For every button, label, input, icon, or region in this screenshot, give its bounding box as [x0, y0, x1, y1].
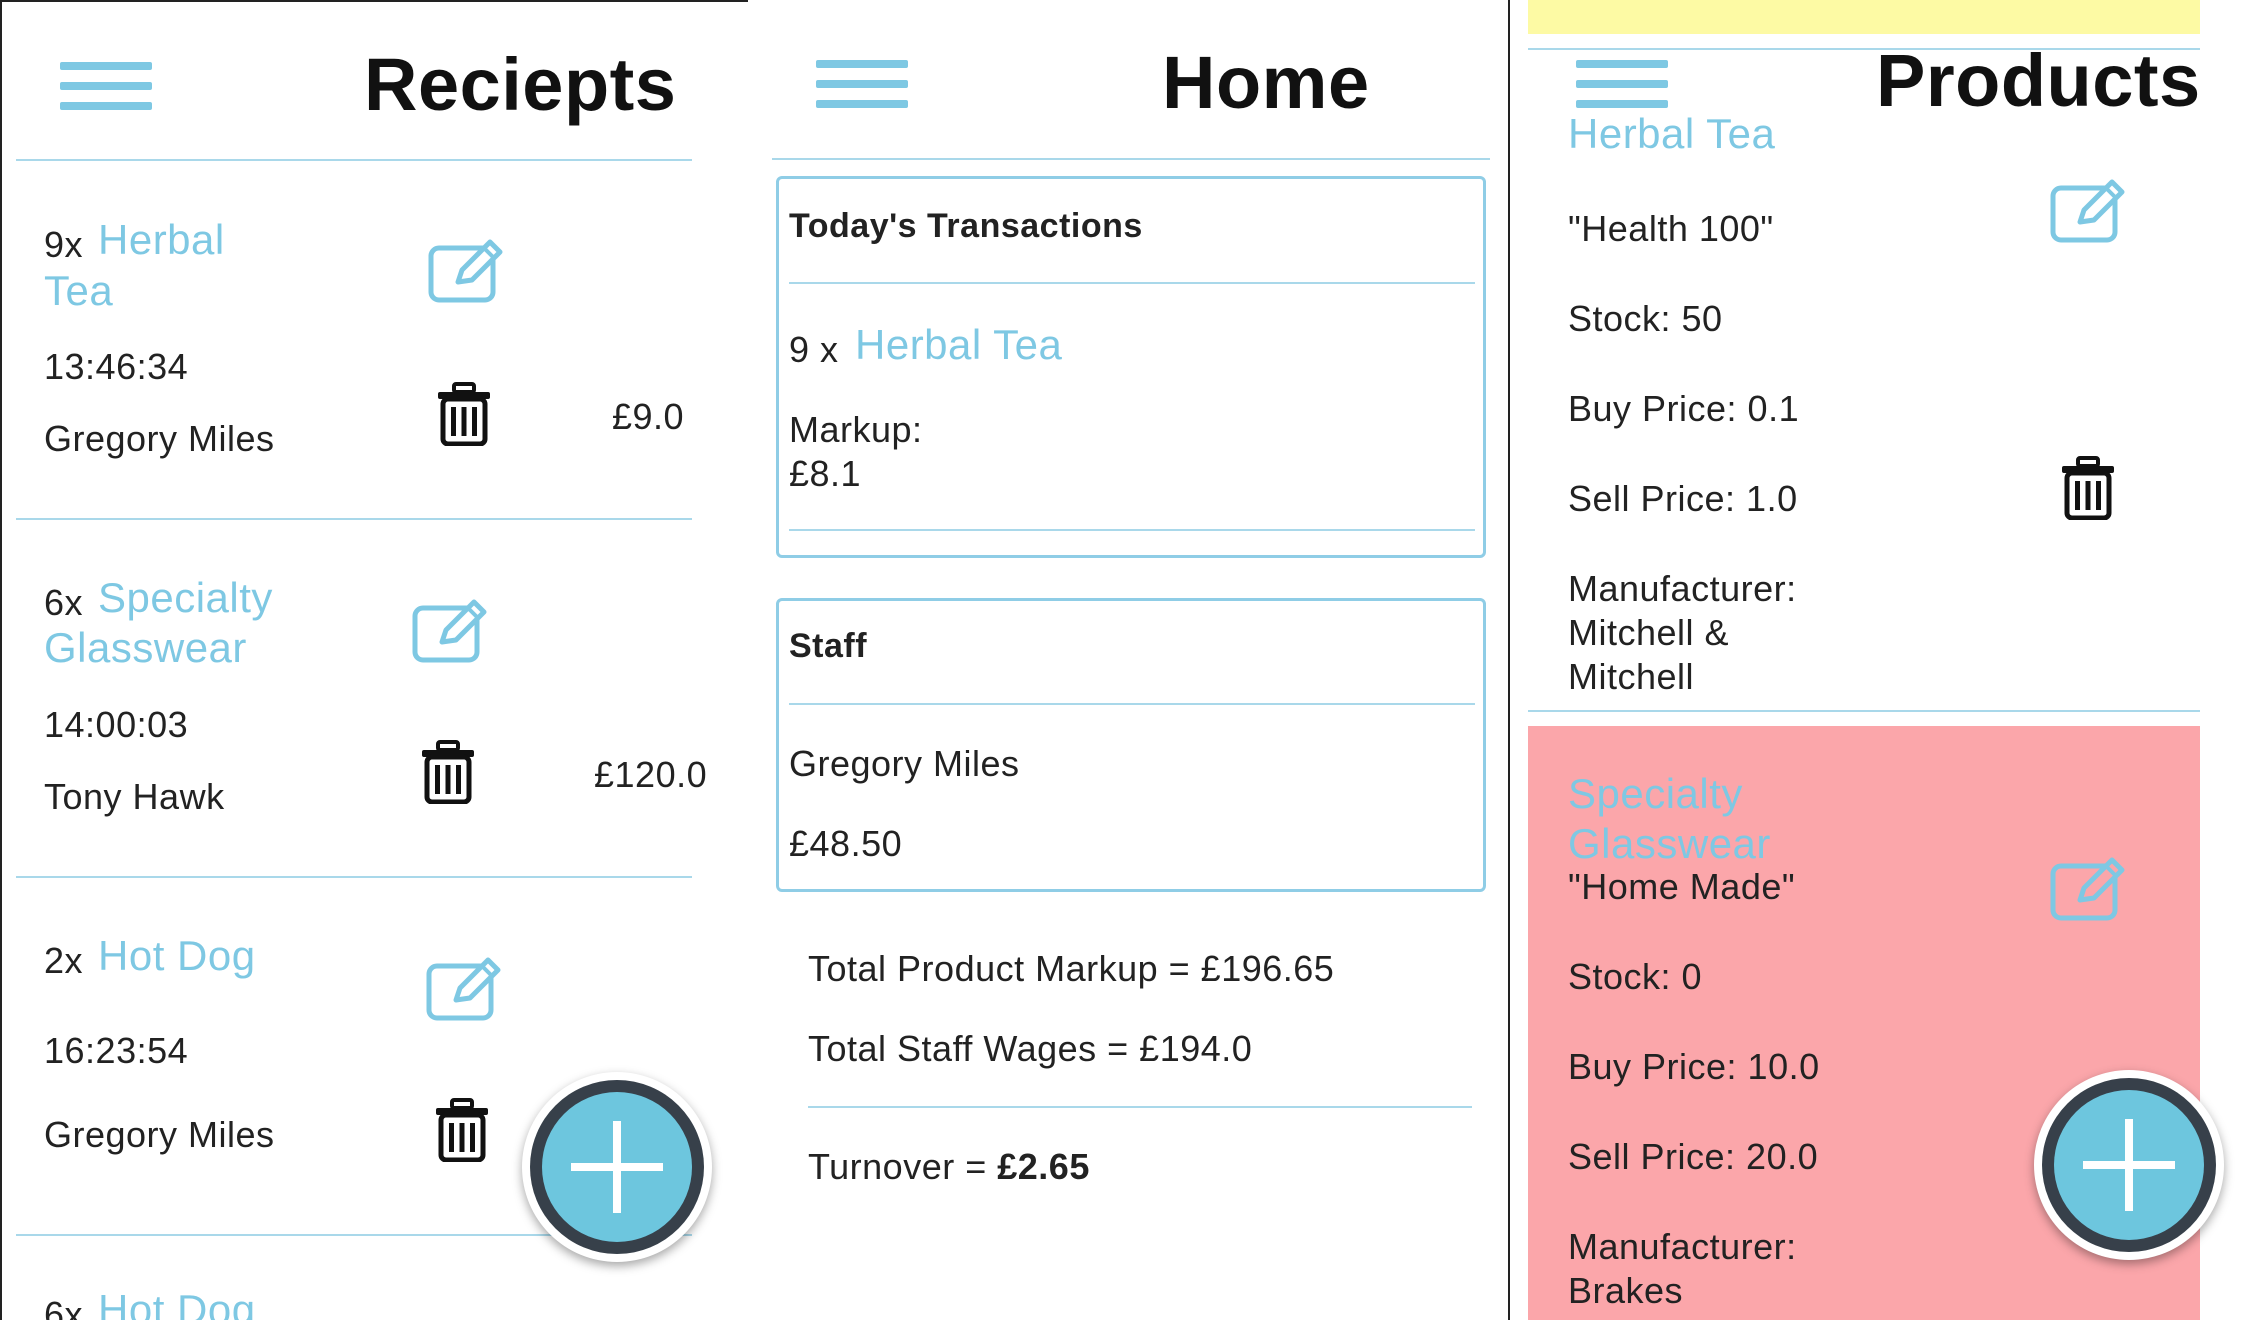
add-product-button[interactable] [2034, 1070, 2224, 1260]
card-divider [789, 282, 1475, 284]
product-name-link-line2[interactable]: Glasswear [1568, 820, 1771, 868]
total-staff-wages: Total Staff Wages = £194.0 [808, 1028, 1253, 1069]
menu-icon[interactable] [60, 62, 152, 110]
product-buy-price: Buy Price: 0.1 [1568, 388, 1800, 429]
receipt-product-link[interactable]: Herbal [98, 216, 225, 264]
edit-icon[interactable] [2050, 856, 2130, 922]
turnover-label: Turnover = [808, 1146, 998, 1187]
home-panel: Home Today's Transactions 9 x Herbal Tea… [748, 0, 1508, 1320]
edit-icon[interactable] [416, 1314, 496, 1320]
product-stock: Stock: 50 [1568, 298, 1723, 339]
receipt-product-link[interactable]: Hot Dog [98, 932, 256, 980]
row-divider [16, 876, 692, 878]
receipt-staff: Gregory Miles [44, 418, 275, 459]
total-product-markup: Total Product Markup = £196.65 [808, 948, 1335, 989]
product-sell-price: Sell Price: 20.0 [1568, 1136, 1819, 1177]
page-title: Reciepts [364, 43, 677, 126]
transactions-card: Today's Transactions 9 x Herbal Tea Mark… [776, 176, 1486, 558]
product-description: "Health 100" [1568, 208, 1774, 249]
receipt-time: 13:46:34 [44, 346, 189, 387]
markup-label: Markup: [789, 409, 923, 450]
receipt-price: £9.0 [612, 396, 685, 437]
receipt-qty: 6x [44, 582, 84, 623]
turnover: Turnover = £2.65 [808, 1146, 1090, 1188]
row-divider [1528, 710, 2200, 712]
receipt-qty: 2x [44, 940, 84, 981]
receipt-product-link-line2[interactable]: Glasswear [44, 624, 247, 672]
receipt-time: 16:23:54 [44, 1030, 189, 1071]
receipt-staff: Tony Hawk [44, 776, 225, 817]
page-title: Products [1876, 39, 2201, 122]
totals-divider [808, 1106, 1472, 1108]
product-stock: Stock: 0 [1568, 956, 1703, 997]
product-manufacturer-line2: Mitchell [1568, 656, 1695, 697]
header-divider [16, 159, 692, 161]
receipts-panel: Reciepts 9x Herbal Tea 13:46:34 Gregory … [0, 0, 748, 1320]
edit-icon[interactable] [428, 238, 508, 304]
product-manufacturer-label: Manufacturer: [1568, 568, 1797, 609]
trash-icon[interactable] [434, 1098, 490, 1162]
highlight-band [1528, 0, 2200, 34]
header-divider [772, 158, 1490, 160]
edit-icon[interactable] [2050, 178, 2130, 244]
row-divider [16, 518, 692, 520]
page-title: Home [1162, 41, 1370, 124]
products-panel: Products Herbal Tea "Health 100" Stock: … [1508, 0, 2260, 1320]
transaction-product-link[interactable]: Herbal Tea [855, 321, 1062, 369]
add-receipt-button[interactable] [522, 1072, 712, 1262]
add-icon [2083, 1119, 2175, 1211]
receipt-product-link[interactable]: Hot Dog [98, 1286, 256, 1320]
product-name-link[interactable]: Herbal Tea [1568, 110, 1775, 158]
staff-name: Gregory Miles [789, 743, 1020, 784]
trash-icon[interactable] [436, 382, 492, 446]
markup-value: £8.1 [789, 453, 862, 494]
product-description: "Home Made" [1568, 866, 1796, 907]
product-manufacturer-label: Manufacturer: [1568, 1226, 1797, 1267]
menu-icon[interactable] [816, 60, 908, 108]
receipt-qty: 6x [44, 1294, 84, 1320]
product-manufacturer: Brakes [1568, 1270, 1684, 1311]
product-name-link[interactable]: Specialty [1568, 770, 1743, 818]
product-manufacturer: Mitchell & [1568, 612, 1730, 653]
card-divider [789, 529, 1475, 531]
receipt-price: £120.0 [594, 754, 708, 795]
add-icon [571, 1121, 663, 1213]
transaction-qty: 9 x [789, 329, 839, 370]
card-divider [789, 703, 1475, 705]
receipt-staff: Gregory Miles [44, 1114, 275, 1155]
edit-icon[interactable] [412, 598, 492, 664]
staff-heading: Staff [789, 627, 868, 665]
receipt-product-link[interactable]: Specialty [98, 574, 273, 622]
receipt-product-link-line2[interactable]: Tea [44, 267, 113, 315]
receipt-time: 14:00:03 [44, 704, 189, 745]
transactions-heading: Today's Transactions [789, 207, 1143, 245]
product-sell-price: Sell Price: 1.0 [1568, 478, 1798, 519]
edit-icon[interactable] [426, 956, 506, 1022]
menu-icon[interactable] [1576, 60, 1668, 108]
staff-wage: £48.50 [789, 823, 903, 864]
product-buy-price: Buy Price: 10.0 [1568, 1046, 1820, 1087]
receipt-qty: 9x [44, 224, 84, 265]
trash-icon[interactable] [420, 740, 476, 804]
trash-icon[interactable] [2060, 456, 2116, 520]
turnover-value: £2.65 [997, 1146, 1090, 1187]
staff-card: Staff Gregory Miles £48.50 [776, 598, 1486, 892]
